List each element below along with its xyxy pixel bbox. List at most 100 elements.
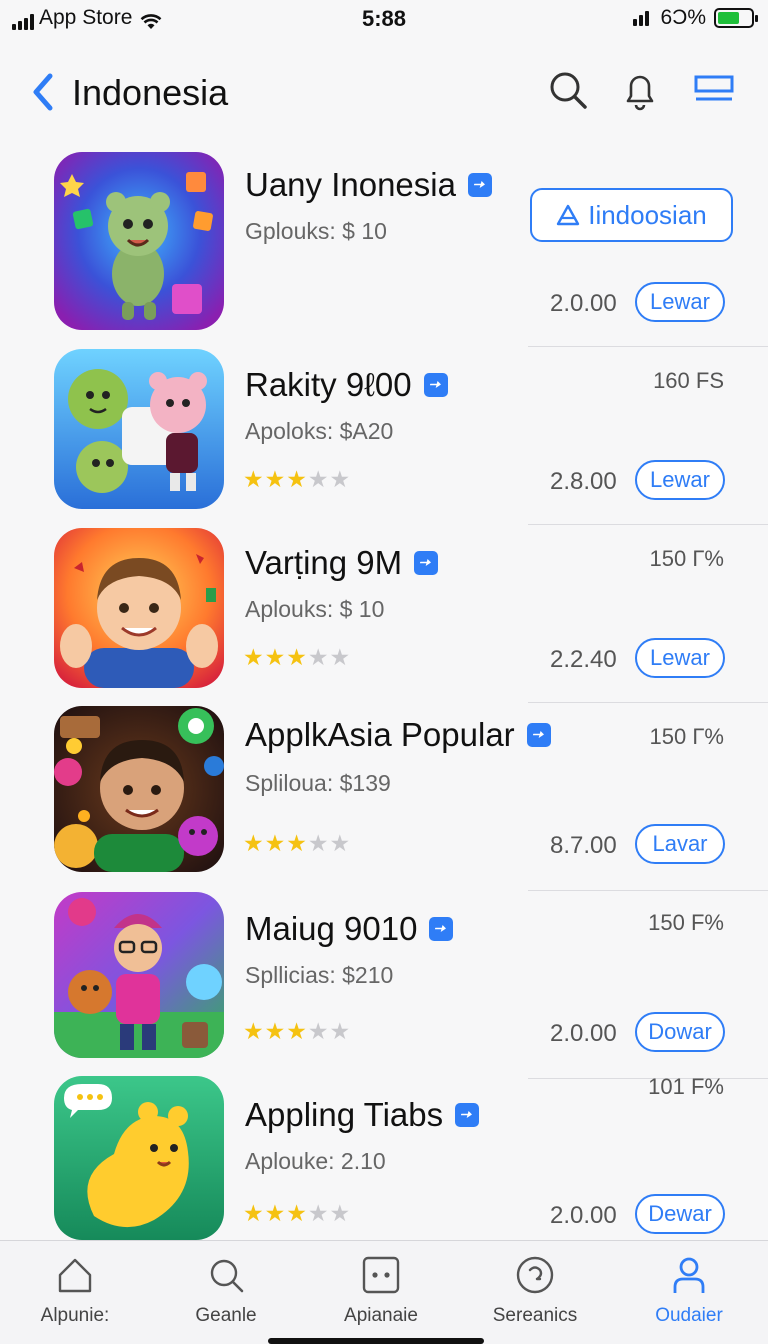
star-rating: ★ ★ ★ ★ ★ — [243, 1018, 350, 1045]
app-name-text: Rakity 9ℓ00 — [245, 366, 412, 403]
star-empty-icon: ★ — [329, 644, 351, 670]
status-right: 6Ɔ% — [633, 6, 758, 30]
app-name: Maiug 9010 — [245, 910, 454, 948]
apps-icon — [362, 1256, 400, 1294]
app-name: ApplkAsia Popular — [245, 716, 551, 754]
tab-label: Sereanics — [492, 1305, 578, 1326]
app-subtitle: Apoloks: $A20 — [245, 418, 394, 444]
star-rating: ★ ★ ★ ★ ★ — [243, 644, 350, 671]
row-divider — [528, 702, 768, 703]
back-chevron-icon[interactable] — [28, 70, 60, 114]
app-subtitle: Gplouks: $ 10 — [245, 218, 387, 244]
bell-icon[interactable] — [618, 68, 662, 112]
star-empty-icon: ★ — [307, 644, 329, 670]
star-empty-icon: ★ — [307, 830, 329, 856]
page-title: Indonesia — [72, 72, 229, 113]
row-divider — [528, 890, 768, 891]
install-button-label: Iindoosian — [588, 199, 707, 230]
profile-icon — [673, 1257, 705, 1293]
star-filled-icon: ★ — [286, 830, 307, 856]
verified-badge-icon — [455, 1103, 480, 1127]
app-size: 101 F% — [648, 1074, 724, 1099]
get-button[interactable]: Dowar — [635, 1012, 725, 1052]
app-size: 160 FS — [653, 368, 724, 393]
tab-apps[interactable]: Apianaie — [326, 1255, 436, 1327]
search-icon — [210, 1259, 244, 1293]
app-price: 2.0.00 — [550, 1202, 617, 1229]
cellular-icon — [633, 10, 650, 26]
star-filled-icon: ★ — [243, 466, 264, 492]
row-divider — [528, 346, 768, 347]
star-empty-icon: ★ — [329, 1018, 351, 1044]
nav-bar: Indonesia — [0, 60, 768, 124]
get-button[interactable]: Dewar — [635, 1194, 725, 1234]
app-subtitle: Spliloua: $139 — [245, 770, 391, 796]
list-item[interactable]: Maiug 9010 Spllicias: $210 150 F% ★ ★ ★ ★ ★ … — [0, 892, 768, 1079]
verified-badge-icon — [423, 373, 448, 397]
star-rating: ★ ★ ★ ★ ★ — [243, 466, 350, 493]
star-empty-icon: ★ — [329, 1200, 351, 1226]
app-subtitle: Aplouks: $ 10 — [245, 596, 385, 622]
app-icon — [54, 706, 224, 872]
app-name-text: Maiug 9010 — [245, 910, 418, 947]
star-filled-icon: ★ — [286, 644, 307, 670]
app-size: 150 F% — [648, 910, 724, 935]
app-subtitle: Spllicias: $210 — [245, 962, 394, 988]
updates-icon — [516, 1256, 554, 1294]
star-rating: ★ ★ ★ ★ ★ — [243, 1200, 350, 1227]
star-empty-icon: ★ — [307, 1018, 329, 1044]
star-filled-icon: ★ — [286, 466, 307, 492]
star-empty-icon: ★ — [329, 830, 351, 856]
get-button[interactable]: Lewar — [635, 460, 725, 500]
app-name: Appling Tiabs — [245, 1096, 480, 1134]
app-name: Uany Inonesia — [245, 166, 492, 204]
app-size: 150 Γ% — [649, 724, 725, 749]
app-icon — [54, 349, 224, 509]
star-filled-icon: ★ — [286, 1200, 307, 1226]
app-price: 8.7.00 — [550, 832, 617, 859]
star-empty-icon: ★ — [307, 466, 329, 492]
search-icon[interactable] — [546, 68, 590, 112]
list-item[interactable]: Appling Tiabs Aplouke: 2.10 101 F% ★ ★ ★ ★ ★… — [0, 1074, 768, 1240]
star-rating: ★ ★ ★ ★ ★ — [243, 830, 350, 857]
get-button[interactable]: Lavar — [635, 824, 725, 864]
triangle-a-icon — [557, 204, 580, 226]
list-item[interactable]: Varṭing 9M Aplouks: $ 10 150 Γ% ★ ★ ★ ★ ★ 2.… — [0, 526, 768, 703]
app-price: 2.8.00 — [550, 468, 617, 495]
star-filled-icon: ★ — [286, 1018, 307, 1044]
star-filled-icon: ★ — [243, 1018, 264, 1044]
verified-badge-icon — [467, 173, 492, 197]
tab-bar: Alpunie: Geanle Apianaie Sereanics Oudai… — [0, 1240, 768, 1344]
row-divider — [528, 524, 768, 525]
star-filled-icon: ★ — [243, 830, 264, 856]
app-name-text: Uany Inonesia — [245, 166, 456, 203]
tab-label: Oudaier — [655, 1305, 723, 1326]
verified-badge-icon — [429, 917, 454, 941]
get-button[interactable]: Lewar — [635, 282, 725, 322]
star-filled-icon: ★ — [264, 644, 286, 670]
verified-badge-icon — [414, 551, 439, 575]
app-name-text: Appling Tiabs — [245, 1096, 444, 1133]
star-filled-icon: ★ — [264, 830, 286, 856]
tab-home[interactable]: Alpunie: — [20, 1255, 130, 1327]
tab-label: Alpunie: — [40, 1305, 110, 1326]
tab-updates[interactable]: Sereanics — [480, 1255, 590, 1327]
star-empty-icon: ★ — [329, 466, 351, 492]
home-icon — [58, 1258, 92, 1293]
app-icon — [54, 152, 224, 330]
app-name: Varṭing 9M — [245, 544, 439, 582]
battery-percent: 6Ɔ% — [660, 6, 706, 29]
list-item[interactable]: Uany Inonesia Gplouks: $ 10 Iindoosian 2… — [0, 148, 768, 347]
list-item[interactable]: Rakity 9ℓ00 Apoloks: $A20 160 FS ★ ★ ★ ★ ★ 2… — [0, 348, 768, 525]
install-button[interactable]: Iindoosian — [530, 188, 733, 242]
tab-profile[interactable]: Oudaier — [634, 1255, 744, 1327]
status-bar: App Store 5:88 6Ɔ% — [0, 0, 768, 40]
get-button[interactable]: Lewar — [635, 638, 725, 678]
list-item[interactable]: ApplkAsia Popular Spliloua: $139 150 Γ% … — [0, 704, 768, 891]
app-name-text: Varṭing 9M — [245, 544, 403, 581]
star-filled-icon: ★ — [264, 1018, 286, 1044]
list-view-icon[interactable] — [692, 68, 736, 112]
tab-search[interactable]: Geanle — [171, 1255, 281, 1327]
app-price: 2.2.40 — [550, 646, 617, 673]
battery-fill — [718, 12, 739, 24]
